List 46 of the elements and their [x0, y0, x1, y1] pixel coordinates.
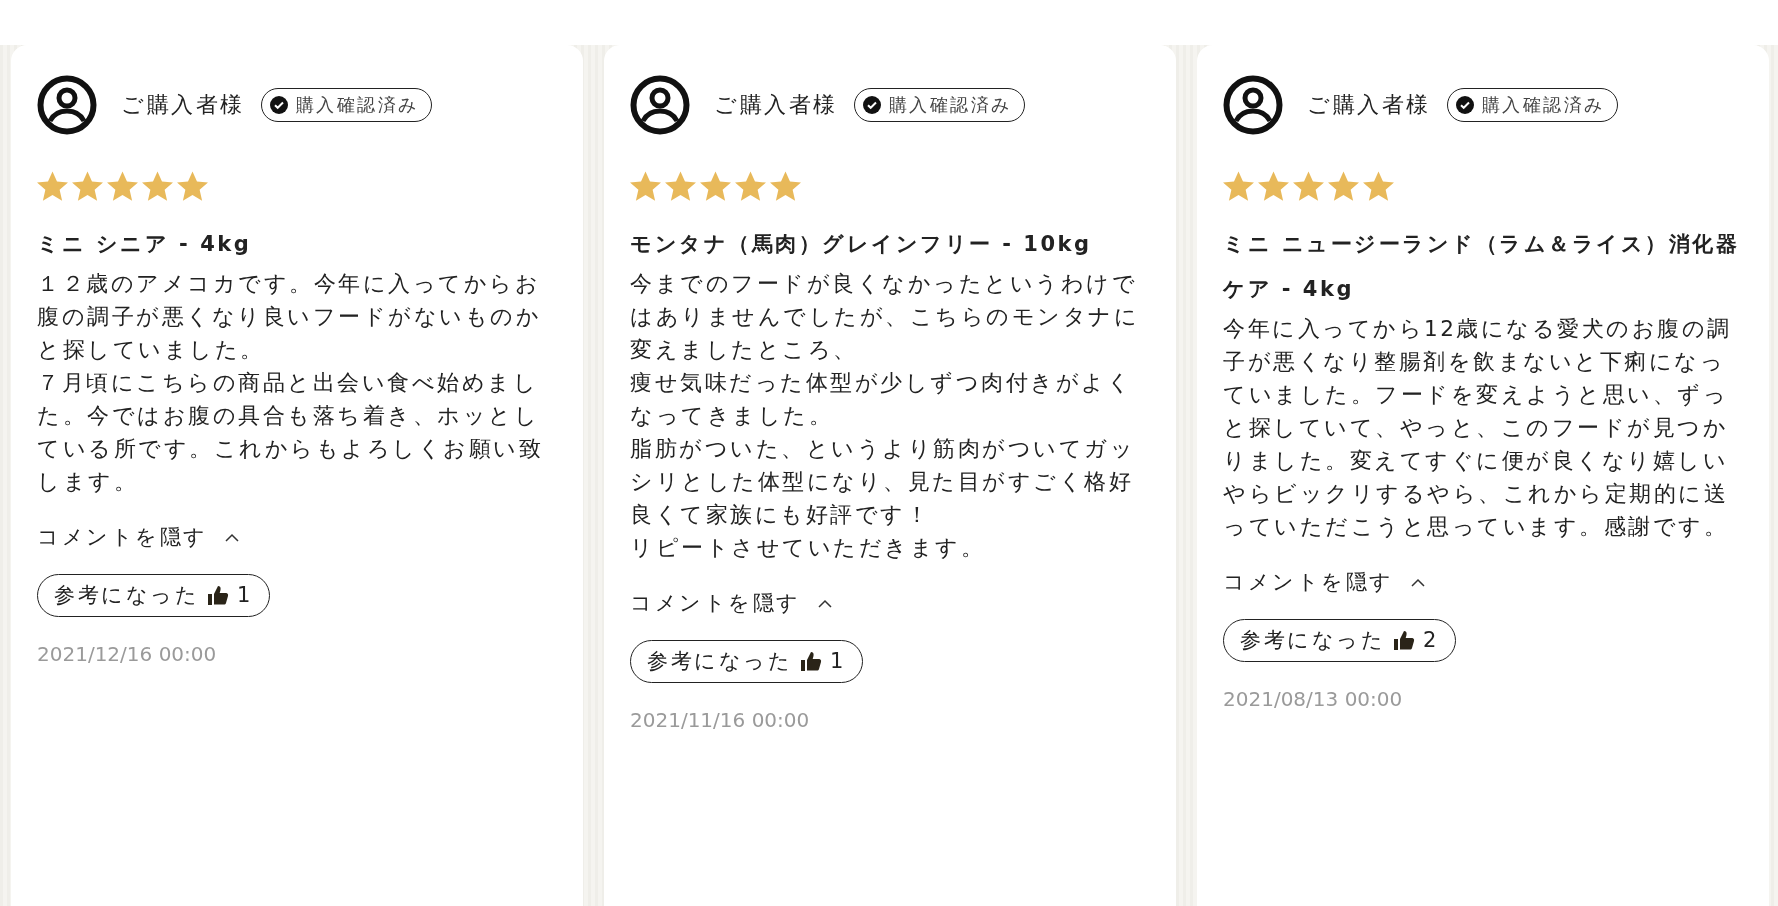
reviewer-name: ご購入者様 [121, 90, 245, 119]
review-paragraph: 今年に入ってから12歳になる愛犬のお腹の調子が悪くなり整腸剤を飲まないと下痢になっていました。フードを変えようと思い、ずっと探していて、やっと、このフードが見つかりました。変えてすぐに便が良くなり嬉しいやらビックリするやら、これから定期的に送っていただこうと思っています。感謝です。 [1223, 315, 1733, 541]
review-paragraph: ７月頃にこちらの商品と出会い食べ始めました。今ではお腹の具合も落ち着き、ホッとしている所です。これからもよろしくお願い致します。 [37, 369, 544, 496]
user-avatar-icon [630, 75, 690, 135]
hide-comment-toggle[interactable]: コメントを隠す [37, 522, 240, 554]
review-paragraph: １２歳のアメコカです。今年に入ってからお腹の調子が悪くなり良いフードがないものかと探していました。 [37, 270, 542, 364]
chevron-icon [223, 531, 240, 544]
review-date: 2021/11/16 00:00 [630, 707, 811, 734]
star-icon [1258, 171, 1289, 202]
star-icon [665, 171, 696, 202]
thumbs-up-icon [1393, 629, 1415, 652]
star-icon [107, 171, 138, 202]
product-title: モンタナ（馬肉）グレインフリー - 10kg [630, 231, 1093, 258]
reviewer-name: ご購入者様 [1307, 90, 1431, 119]
user-avatar-icon [37, 75, 97, 135]
review-paragraph: 今までのフードが良くなかったというわけではありませんでしたが、こちらのモンタナに変えましたところ、 [630, 270, 1140, 364]
review-date: 2021/12/16 00:00 [37, 641, 218, 668]
star-icon [1363, 171, 1394, 202]
star-icon [1293, 171, 1324, 202]
review-date: 2021/08/13 00:00 [1223, 686, 1404, 713]
hide-comment-toggle[interactable]: コメントを隠す [630, 588, 833, 620]
review-paragraph: 痩せ気味だった体型が少しずつ肉付きがよくなってきました。 [630, 369, 1133, 430]
thumbs-up-icon [800, 650, 822, 673]
helpful-button[interactable]: 参考になった 1 [37, 573, 270, 617]
product-title: ミニ シニア - 4kg [37, 231, 253, 258]
helpful-button[interactable]: 参考になった 2 [1223, 618, 1456, 662]
chevron-icon [816, 597, 833, 610]
review-paragraph: 脂肪がついた、というより筋肉がついてガッシリとした体型になり、見た目がすごく格好良くて家族にも好評です！ [630, 435, 1136, 529]
star-icon [770, 171, 801, 202]
helpful-button[interactable]: 参考になった 1 [630, 639, 863, 683]
product-title: ミニ ニュージーランド（ラム＆ライス）消化器ケア - 4kg [1223, 231, 1741, 303]
star-icon [72, 171, 103, 202]
reviewer-name: ご購入者様 [714, 90, 838, 119]
hide-comment-toggle[interactable]: コメントを隠す [1223, 567, 1426, 599]
star-icon [142, 171, 173, 202]
star-icon [735, 171, 766, 202]
star-icon [37, 171, 68, 202]
star-icon [700, 171, 731, 202]
star-icon [1223, 171, 1254, 202]
star-icon [1328, 171, 1359, 202]
thumbs-up-icon [207, 584, 229, 607]
star-icon [630, 171, 661, 202]
chevron-icon [1409, 576, 1426, 589]
star-icon [177, 171, 208, 202]
review-paragraph: リピートさせていただきます。 [630, 534, 986, 562]
user-avatar-icon [1223, 75, 1283, 135]
